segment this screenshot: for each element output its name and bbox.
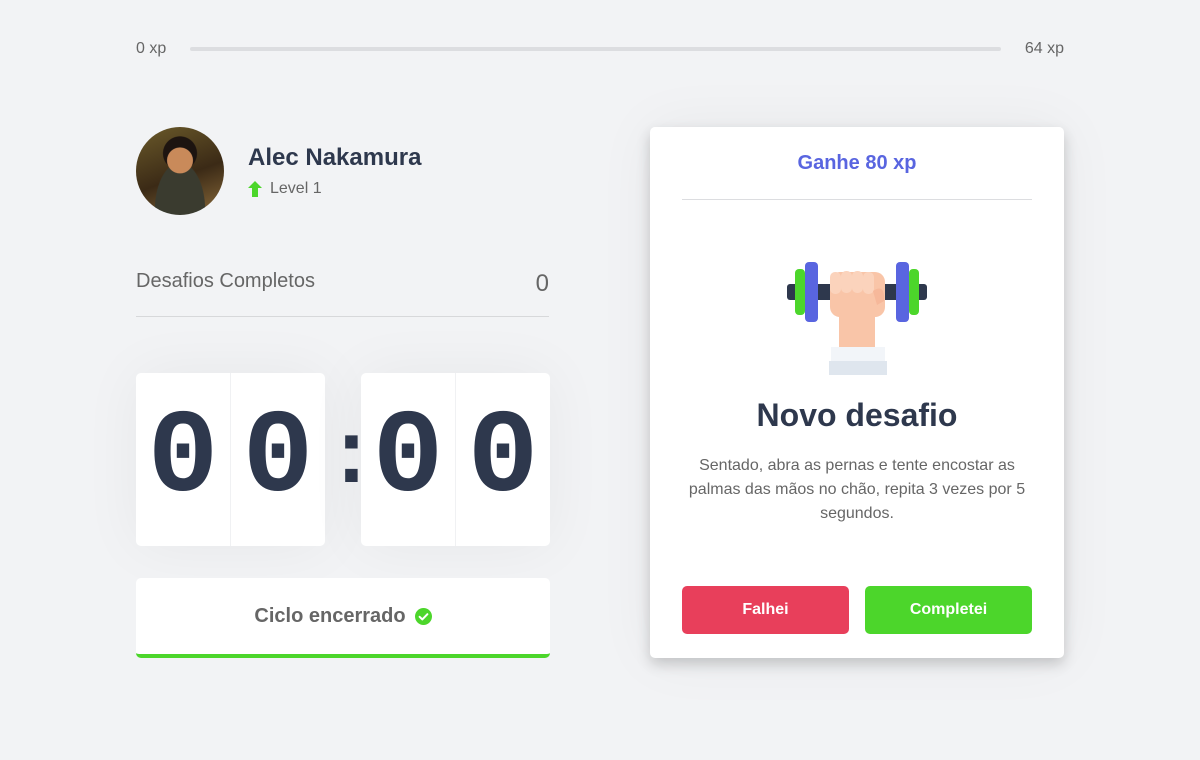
dumbbell-body-icon (787, 262, 927, 375)
minute-tens-digit: 0 (147, 393, 219, 526)
profile-name: Alec Nakamura (248, 144, 422, 171)
challenge-completed-button[interactable]: Completei (865, 586, 1032, 634)
challenge-reward: Ganhe 80 xp (682, 127, 1032, 200)
cycle-ended-label: Ciclo encerrado (254, 604, 406, 627)
profile-level: Level 1 (248, 180, 421, 198)
minute-ones-digit: 0 (230, 373, 325, 546)
second-ones-digit: 0 (455, 373, 550, 546)
challenge-card: Ganhe 80 xp Novo desafio Sentado, abra a… (650, 127, 1064, 658)
challenge-failed-button[interactable]: Falhei (682, 586, 849, 634)
xp-max-label: 64 xp (1024, 40, 1064, 57)
countdown-timer: 0 0 : 0 0 (136, 373, 550, 546)
profile: Alec Nakamura Level 1 (136, 127, 421, 215)
minutes-group: 0 0 (136, 373, 325, 546)
time-separator: : (325, 410, 378, 509)
xp-track (190, 47, 1001, 51)
second-tens-digit: 0 (372, 393, 444, 526)
seconds-group: 0 0 (361, 373, 550, 546)
challenge-title: Novo desafio (756, 397, 958, 433)
completed-challenges: Desafios Completos 0 (136, 270, 549, 317)
cycle-ended-button[interactable]: Ciclo encerrado (136, 578, 550, 658)
xp-min-label: 0 xp (136, 40, 167, 57)
experience-bar: 0 xp 64 xp (136, 38, 1064, 60)
completed-challenges-count: 0 (535, 270, 549, 297)
check-circle-icon (414, 607, 432, 625)
completed-challenges-label: Desafios Completos (136, 270, 315, 292)
avatar (136, 127, 224, 215)
challenge-description: Sentado, abra as pernas e tente encostar… (688, 457, 1026, 522)
profile-info: Alec Nakamura Level 1 (248, 144, 421, 198)
challenge-actions: Falhei Completei (682, 586, 1032, 634)
level-label: Level 1 (270, 180, 322, 197)
level-up-arrow-icon (248, 181, 262, 197)
